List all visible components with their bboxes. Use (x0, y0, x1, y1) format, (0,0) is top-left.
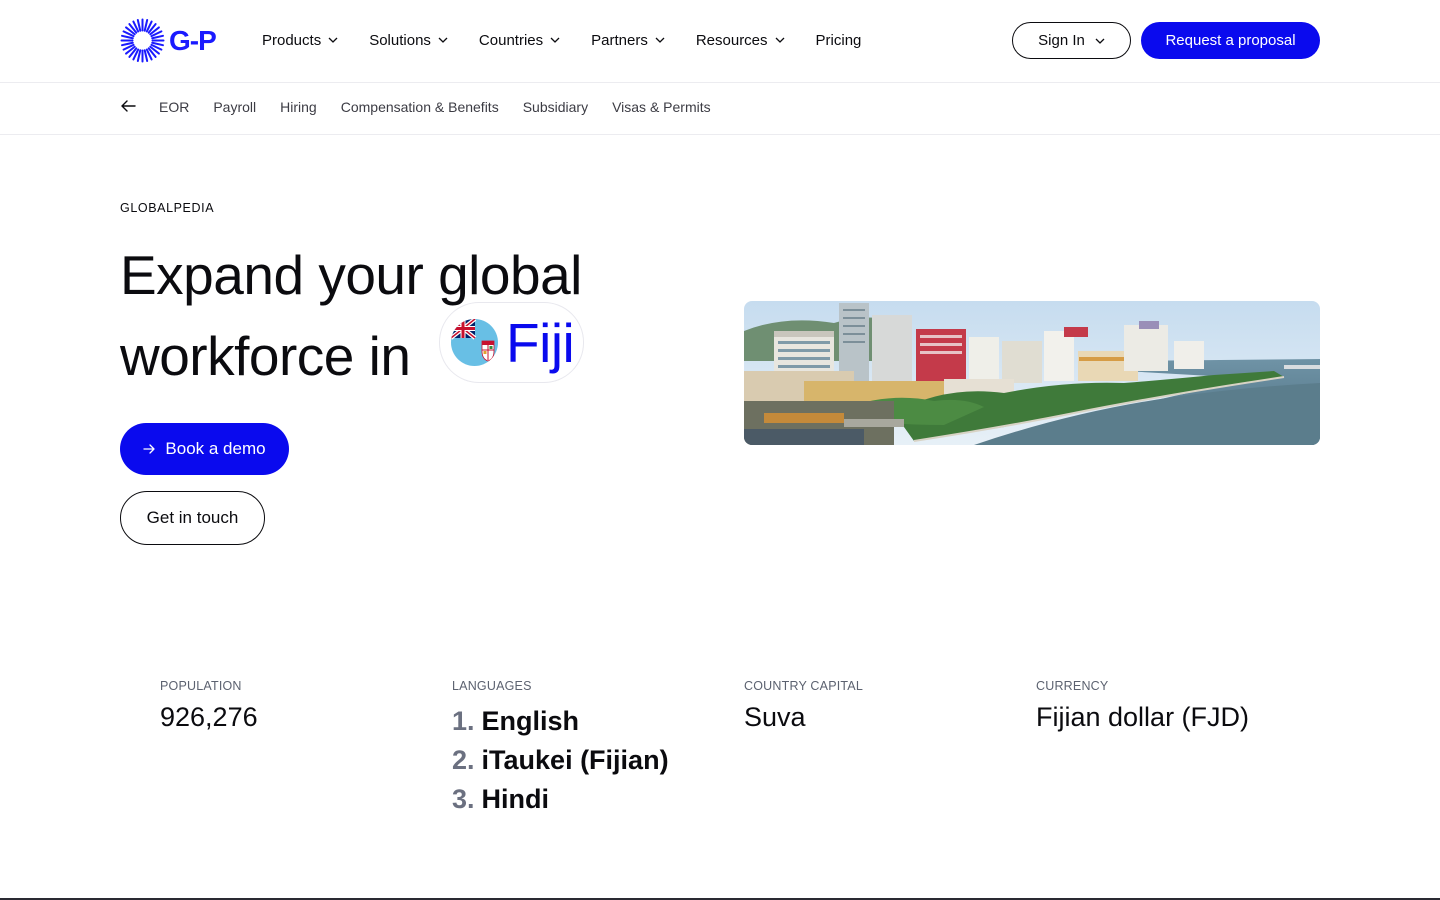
currency-label: CURRENCY (1036, 679, 1109, 693)
population-label: POPULATION (160, 679, 242, 693)
nav-solutions-label: Solutions (369, 31, 431, 49)
nav-products[interactable]: Products (262, 28, 338, 52)
population-value: 926,276 (160, 702, 258, 732)
fact-capital: COUNTRY CAPITAL Suva (744, 679, 863, 732)
subnav-visas-permits[interactable]: Visas & Permits (612, 99, 711, 115)
subnav-eor[interactable]: EOR (159, 99, 189, 115)
sunburst-logo-icon (120, 18, 165, 63)
sign-in-label: Sign In (1038, 32, 1085, 49)
eyebrow-label: GLOBALPEDIA (120, 201, 215, 215)
hero-heading-line2: workforce in (120, 325, 411, 387)
request-proposal-button[interactable]: Request a proposal (1141, 22, 1320, 59)
get-in-touch-button[interactable]: Get in touch (120, 491, 265, 545)
logo-wordmark: G-P (169, 24, 217, 56)
subnav-hiring[interactable]: Hiring (280, 99, 317, 115)
nav-pricing-label: Pricing (815, 31, 862, 49)
fact-languages: LANGUAGES 1. English 2. iTaukei (Fijian) 3… (452, 679, 669, 819)
fact-currency: CURRENCY Fijian dollar (FJD) (1036, 679, 1249, 732)
nav-pricing[interactable]: Pricing (816, 28, 862, 52)
country-chip: Fiji (439, 302, 584, 383)
chevron-down-icon (438, 37, 448, 43)
top-navigation: G-P Products Solutions Countries Partner… (0, 0, 1440, 83)
nav-countries[interactable]: Countries (479, 28, 560, 52)
subnav-subsidiary[interactable]: Subsidiary (523, 99, 588, 115)
arrow-right-icon (143, 444, 156, 454)
nav-solutions[interactable]: Solutions (369, 28, 448, 52)
language-item: 3. Hindi (452, 784, 550, 814)
currency-value: Fijian dollar (FJD) (1036, 702, 1250, 732)
chevron-down-icon (655, 37, 665, 43)
capital-value: Suva (744, 702, 806, 732)
suva-city-photo (744, 301, 1320, 445)
subnav-payroll[interactable]: Payroll (213, 99, 256, 115)
languages-list: 1. English 2. iTaukei (Fijian) 3. Hindi (452, 702, 669, 819)
nav-products-label: Products (262, 31, 322, 49)
language-item: 2. iTaukei (Fijian) (452, 745, 669, 775)
chevron-down-icon (550, 37, 560, 43)
book-demo-button[interactable]: Book a demo (120, 423, 289, 475)
nav-partners[interactable]: Partners (591, 28, 665, 52)
capital-label: COUNTRY CAPITAL (744, 679, 863, 693)
book-demo-label: Book a demo (165, 439, 266, 458)
main-menu: Products Solutions Countries Partners Re… (262, 28, 892, 52)
fiji-flag-icon (451, 319, 498, 366)
languages-label: LANGUAGES (452, 679, 532, 693)
nav-partners-label: Partners (591, 31, 648, 49)
fact-population: POPULATION 926,276 (160, 679, 258, 732)
nav-resources-label: Resources (695, 31, 768, 49)
country-name: Fiji (506, 311, 575, 374)
gp-logo[interactable]: G-P (120, 18, 217, 63)
chevron-down-icon (1095, 38, 1105, 44)
arrow-left-icon[interactable] (120, 98, 136, 114)
nav-countries-label: Countries (478, 31, 544, 49)
subnav-compensation-benefits[interactable]: Compensation & Benefits (341, 99, 499, 115)
nav-resources[interactable]: Resources (696, 28, 785, 52)
chevron-down-icon (328, 37, 338, 43)
hero-heading-line1: Expand your global (120, 244, 582, 306)
sub-navigation: EOR Payroll Hiring Compensation & Benefi… (0, 84, 1440, 135)
language-item: 1. English (452, 706, 580, 736)
sign-in-button[interactable]: Sign In (1012, 22, 1131, 59)
chevron-down-icon (775, 37, 784, 43)
